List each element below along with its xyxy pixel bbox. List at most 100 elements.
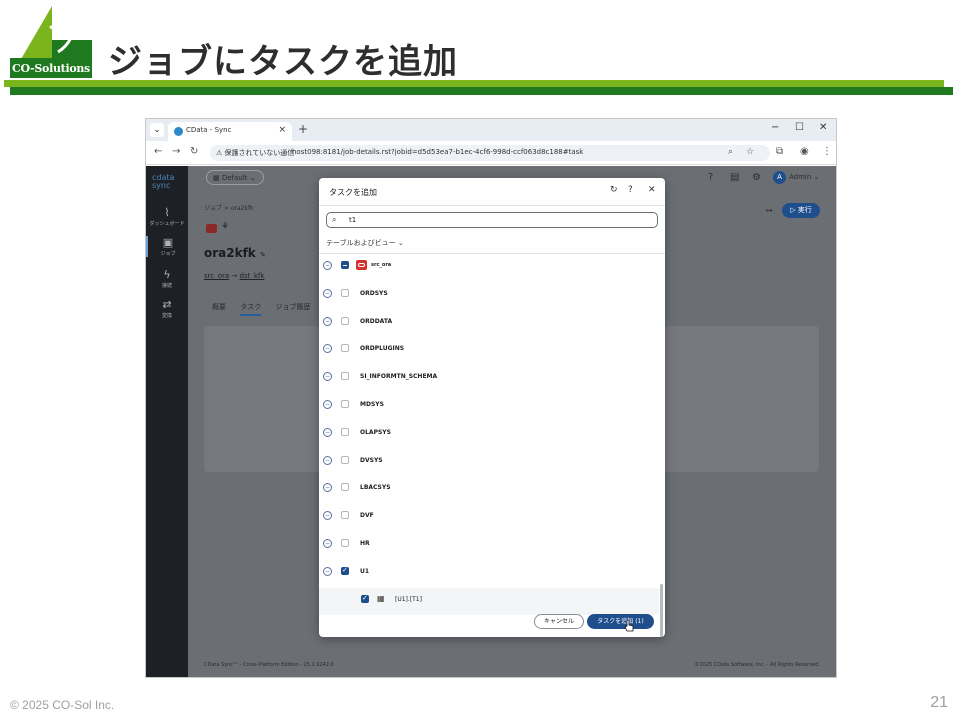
row-checkbox[interactable] xyxy=(341,316,349,325)
tree-row-schema[interactable]: − SI_INFORMTN_SCHEMA xyxy=(319,365,659,393)
sidebar-item-jobs[interactable]: ▣ ジョブ xyxy=(146,236,188,257)
tree-row-schema[interactable]: − ORDPLUGINS xyxy=(319,337,659,365)
url-text[interactable]: host098:8181/job-details.rst?jobid=d5d53… xyxy=(292,148,583,156)
expand-toggle-icon[interactable]: − xyxy=(323,288,332,298)
minimize-icon[interactable]: − xyxy=(771,122,779,133)
tab-overview[interactable]: 概要 xyxy=(212,303,226,311)
search-value: t1 xyxy=(349,216,357,224)
row-checkbox[interactable] xyxy=(341,483,349,492)
row-checkbox[interactable] xyxy=(341,400,349,408)
row-checkbox[interactable] xyxy=(341,566,349,575)
menu-kebab-icon[interactable]: ⋮ xyxy=(822,146,832,157)
expand-toggle-icon[interactable]: − xyxy=(323,372,332,382)
filter-dropdown[interactable]: テーブルおよびビュー ⌄ xyxy=(326,238,404,248)
tab-job-history[interactable]: ジョブ履歴 xyxy=(275,303,310,311)
row-checkbox[interactable] xyxy=(341,427,349,436)
oracle-icon xyxy=(356,260,367,270)
sidebar-item-transformations[interactable]: ⇄ 変換 xyxy=(146,298,188,319)
workspace-selector[interactable]: ▦ Default ⌄ xyxy=(206,170,264,185)
transform-icon: ⇄ xyxy=(162,298,172,311)
url-box[interactable]: ⚠ 保護されていない通信 host098:8181/job-details.rs… xyxy=(210,145,770,161)
tree-row-schema[interactable]: − DVF xyxy=(319,504,659,532)
avatar[interactable]: A xyxy=(773,171,786,184)
search-input[interactable]: ⌕ t1 xyxy=(326,212,658,228)
logout-icon[interactable]: ↦ xyxy=(766,206,773,215)
maximize-icon[interactable]: ☐ xyxy=(795,122,804,133)
tab-tasks[interactable]: タスク xyxy=(240,303,262,316)
user-menu[interactable]: Admin ⌄ xyxy=(789,173,819,181)
breadcrumb[interactable]: ジョブ > ora2kfk xyxy=(204,203,254,212)
source-link[interactable]: src_ora xyxy=(204,272,229,280)
collapse-toggle-icon[interactable]: − xyxy=(323,566,332,576)
destination-link[interactable]: dst_kfk xyxy=(240,272,265,280)
add-task-dialog: タスクを追加 ↻ ? ✕ ⌕ t1 テーブルおよびビュー ⌄ − src_ora xyxy=(319,178,665,637)
app-copyright: ©2025 CData Software, Inc. - All Rights … xyxy=(694,662,820,668)
expand-toggle-icon[interactable]: − xyxy=(323,344,332,354)
cancel-button[interactable]: キャンセル xyxy=(534,614,584,629)
tree-row-schema[interactable]: − DVSYS xyxy=(319,449,659,477)
row-checkbox[interactable] xyxy=(341,539,349,547)
job-tabs: 概要 タスク ジョブ履歴 xyxy=(212,302,322,316)
tree-row-schema[interactable]: − HR xyxy=(319,532,659,560)
reload-icon[interactable]: ↻ xyxy=(190,146,198,157)
sidebar-item-label: 変換 xyxy=(161,313,172,319)
schema-name: LBACSYS xyxy=(360,484,391,492)
docs-icon[interactable]: ▤ xyxy=(730,172,739,183)
row-checkbox[interactable] xyxy=(341,511,349,520)
tab-list-chevron-icon[interactable]: ⌄ xyxy=(150,123,164,137)
schema-name: ORDPLUGINS xyxy=(360,345,405,353)
add-task-button[interactable]: タスクを追加 (1) xyxy=(587,614,654,629)
row-checkbox[interactable] xyxy=(361,594,369,603)
new-tab-icon[interactable]: + xyxy=(298,122,308,136)
tree-row-schema[interactable]: − MDSYS xyxy=(319,393,659,421)
extensions-icon[interactable]: ⧉ xyxy=(776,146,783,157)
tree-row-schema[interactable]: − ORDDATA xyxy=(319,310,659,338)
profile-icon[interactable]: ◉ xyxy=(800,146,809,157)
tab-close-icon[interactable]: × xyxy=(278,125,286,135)
browser-window: ⌄ CData - Sync × + − ☐ ✕ ← → ↻ ⚠ 保護されていな… xyxy=(145,118,837,678)
edit-icon[interactable]: ✎ xyxy=(260,251,266,259)
schema-name: ORDDATA xyxy=(360,317,393,325)
tree-row-schema[interactable]: − LBACSYS xyxy=(319,476,659,504)
tree-row-schema[interactable]: − OLAPSYS xyxy=(319,421,659,449)
tree-row-schema[interactable]: − U1 xyxy=(319,560,659,588)
row-checkbox[interactable] xyxy=(341,288,349,297)
expand-toggle-icon[interactable]: − xyxy=(323,455,332,465)
row-checkbox[interactable] xyxy=(341,344,349,353)
slide-title: ジョブにタスクを追加 xyxy=(108,42,458,82)
schema-name: U1 xyxy=(360,567,370,575)
page-number: 21 xyxy=(930,694,948,711)
run-button[interactable]: ▷ 実行 xyxy=(782,203,820,218)
schema-name: SI_INFORMTN_SCHEMA xyxy=(360,373,438,381)
expand-toggle-icon[interactable]: − xyxy=(323,400,332,409)
tree-row-connection[interactable]: − src_ora xyxy=(319,254,659,282)
expand-toggle-icon[interactable]: − xyxy=(323,539,332,548)
row-checkbox[interactable] xyxy=(341,261,349,269)
bookmark-star-icon[interactable]: ☆ xyxy=(746,147,754,157)
close-icon[interactable]: ✕ xyxy=(648,185,656,195)
expand-toggle-icon[interactable]: − xyxy=(323,316,332,326)
settings-gear-icon[interactable]: ⚙ xyxy=(752,172,761,183)
help-icon[interactable]: ? xyxy=(708,172,713,183)
refresh-icon[interactable]: ↻ xyxy=(610,185,618,195)
row-checkbox[interactable] xyxy=(341,455,349,464)
sidebar-item-dashboard[interactable]: ⌇ ダッシュボード xyxy=(146,206,188,227)
logo-text: CO-Solutions xyxy=(12,62,90,75)
schema-name: DVSYS xyxy=(360,456,383,464)
forward-icon[interactable]: → xyxy=(172,146,180,157)
window-close-icon[interactable]: ✕ xyxy=(819,122,827,133)
collapse-toggle-icon[interactable]: − xyxy=(323,261,332,270)
expand-toggle-icon[interactable]: − xyxy=(323,483,332,493)
browser-tab[interactable]: CData - Sync × xyxy=(168,122,292,141)
security-warning[interactable]: ⚠ 保護されていない通信 xyxy=(216,148,294,158)
row-checkbox[interactable] xyxy=(341,372,349,381)
kafka-icon: ⚘ xyxy=(221,222,230,232)
help-icon[interactable]: ? xyxy=(628,185,633,195)
expand-toggle-icon[interactable]: − xyxy=(323,511,332,521)
expand-toggle-icon[interactable]: − xyxy=(323,427,332,437)
address-bar: ← → ↻ ⚠ 保護されていない通信 host098:8181/job-deta… xyxy=(146,141,836,165)
zoom-icon[interactable]: ⌕ xyxy=(728,147,733,157)
back-icon[interactable]: ← xyxy=(154,146,162,157)
tree-row-schema[interactable]: − ORDSYS xyxy=(319,282,659,310)
sidebar-item-connections[interactable]: ϟ 接続 xyxy=(146,268,188,289)
